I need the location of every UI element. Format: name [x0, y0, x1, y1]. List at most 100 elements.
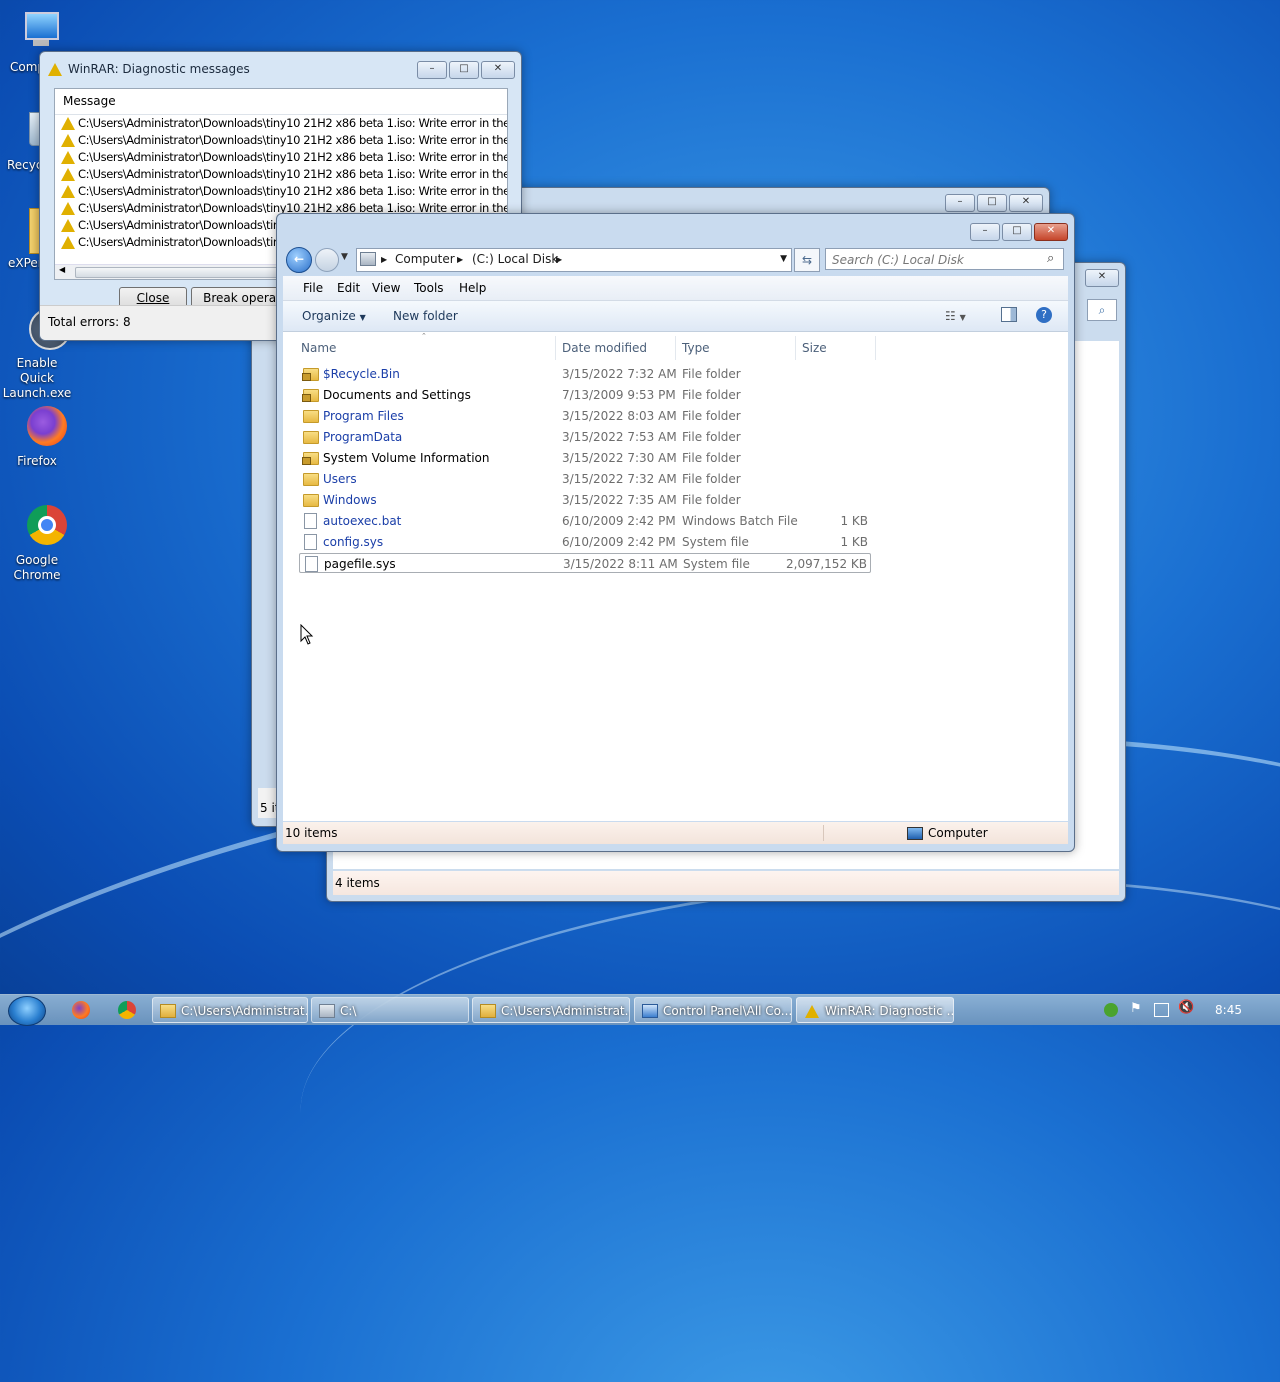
control-panel-icon	[642, 1004, 658, 1018]
status-item-count: 10 items	[285, 826, 338, 840]
menu-file[interactable]: File	[303, 281, 323, 295]
file-type: File folder	[682, 409, 741, 423]
file-icon	[305, 556, 318, 572]
network-icon[interactable]	[1154, 1003, 1169, 1017]
close-button[interactable]: ✕	[1085, 269, 1119, 287]
desktop-icon-firefox[interactable]: Firefox	[0, 404, 74, 469]
lock-icon	[302, 394, 311, 402]
new-folder-button[interactable]: New folder	[393, 309, 458, 323]
file-row[interactable]: Documents and Settings 7/13/2009 9:53 PM F…	[299, 385, 871, 405]
close-button[interactable]: ✕	[481, 61, 515, 79]
message-row[interactable]: C:\Users\Administrator\Downloads\tiny10 …	[55, 166, 507, 183]
menu-view[interactable]: View	[372, 281, 400, 295]
folder-icon	[303, 431, 319, 444]
back-button[interactable]: ←	[286, 247, 312, 273]
close-button[interactable]: ✕	[1034, 223, 1068, 241]
taskbar-button-control-panel[interactable]: Control Panel\All Co...	[634, 997, 792, 1023]
menu-help[interactable]: Help	[459, 281, 486, 295]
file-row[interactable]: Windows 3/15/2022 7:35 AM File folder	[299, 490, 871, 510]
file-date: 7/13/2009 9:53 PM	[562, 388, 676, 402]
search-icon: ⌕	[1047, 251, 1055, 266]
file-date: 3/15/2022 8:03 AM	[562, 409, 677, 423]
recent-pages-dropdown[interactable]: ▼	[341, 252, 348, 262]
taskbar-button-explorer-3[interactable]: C:\Users\Administrat...	[472, 997, 630, 1023]
message-row[interactable]: C:\Users\Administrator\Downloads\tiny10 …	[55, 132, 507, 149]
file-row[interactable]: $Recycle.Bin 3/15/2022 7:32 AM File folder	[299, 364, 871, 384]
column-header-size[interactable]: Size	[796, 336, 876, 360]
firefox-taskbar-icon[interactable]	[72, 1001, 90, 1019]
file-row[interactable]: pagefile.sys 3/15/2022 8:11 AM System file…	[299, 553, 871, 573]
file-date: 6/10/2009 2:42 PM	[562, 535, 676, 549]
file-icon	[304, 513, 317, 529]
breadcrumb-computer[interactable]: Computer	[395, 252, 455, 266]
menu-tools[interactable]: Tools	[414, 281, 444, 295]
search-input[interactable]: Search (C:) Local Disk	[825, 248, 1064, 270]
file-date: 3/15/2022 7:32 AM	[562, 472, 677, 486]
maximize-button[interactable]: □	[1002, 223, 1032, 241]
desktop-icon-label: Firefox	[17, 454, 57, 468]
message-row[interactable]: C:\Users\Administrator\Downloads\tiny10 …	[55, 183, 507, 200]
file-row[interactable]: autoexec.bat 6/10/2009 2:42 PM Windows Bat…	[299, 511, 871, 531]
scroll-left-icon[interactable]: ◀	[59, 265, 65, 274]
maximize-button[interactable]: □	[977, 194, 1007, 212]
organize-button[interactable]: Organize ▼	[302, 309, 366, 323]
warning-icon	[61, 168, 75, 181]
system-tray: ⚑ 🔇 8:45	[1090, 995, 1280, 1025]
file-date: 3/15/2022 7:30 AM	[562, 451, 677, 465]
file-type: File folder	[682, 472, 741, 486]
start-button[interactable]	[8, 996, 46, 1026]
warning-icon	[61, 134, 75, 147]
breadcrumb-local-disk[interactable]: (C:) Local Disk	[472, 252, 558, 266]
menu-edit[interactable]: Edit	[337, 281, 360, 295]
chrome-taskbar-icon[interactable]	[118, 1001, 136, 1019]
file-row[interactable]: System Volume Information 3/15/2022 7:30 …	[299, 448, 871, 468]
desktop-icon-google-chrome[interactable]: Google Chrome	[0, 503, 74, 583]
close-button[interactable]: ✕	[1009, 194, 1043, 212]
volume-muted-icon[interactable]: 🔇	[1178, 1000, 1194, 1015]
warning-icon	[61, 117, 75, 130]
message-row[interactable]: C:\Users\Administrator\Downloads\tiny10 …	[55, 115, 507, 132]
maximize-button[interactable]: □	[449, 61, 479, 79]
taskbar: C:\Users\Administrat... C:\ C:\Users\Adm…	[0, 994, 1280, 1026]
address-bar[interactable]: ▶ Computer ▶ (C:) Local Disk ▶ ▼	[356, 248, 792, 272]
drive-icon	[319, 1004, 335, 1018]
message-row[interactable]: C:\Users\Administrator\Downloads\tiny10 …	[55, 149, 507, 166]
column-header-type[interactable]: Type	[676, 336, 796, 360]
file-row[interactable]: config.sys 6/10/2009 2:42 PM System file 1 …	[299, 532, 871, 552]
search-icon[interactable]: ⌕	[1087, 299, 1117, 321]
lock-icon	[302, 373, 311, 381]
title-bar[interactable]: WinRAR: Diagnostic messages – □ ✕	[40, 52, 521, 80]
minimize-button[interactable]: –	[945, 194, 975, 212]
column-header-message[interactable]: Message	[55, 89, 507, 115]
file-name: config.sys	[323, 535, 384, 549]
file-list[interactable]: Name ⌃ Date modified Type Size $Recycle.…	[283, 332, 1068, 821]
taskbar-button-winrar[interactable]: WinRAR: Diagnostic ...	[796, 997, 954, 1023]
security-icon[interactable]	[1104, 1003, 1118, 1017]
address-dropdown[interactable]: ▼	[780, 254, 787, 264]
window-controls: ✕	[1085, 269, 1119, 287]
taskbar-button-explorer-1[interactable]: C:\Users\Administrat...	[152, 997, 308, 1023]
status-location: Computer	[928, 826, 988, 840]
mouse-cursor-icon	[300, 624, 314, 645]
taskbar-button-explorer-2[interactable]: C:\	[311, 997, 469, 1023]
help-icon[interactable]: ?	[1036, 307, 1052, 323]
folder-icon	[303, 473, 319, 486]
file-row[interactable]: Program Files 3/15/2022 8:03 AM File folde…	[299, 406, 871, 426]
column-header-date[interactable]: Date modified	[556, 336, 676, 360]
file-row[interactable]: Users 3/15/2022 7:32 AM File folder	[299, 469, 871, 489]
preview-pane-icon[interactable]	[1001, 307, 1017, 322]
file-size: 2,097,152 KB	[786, 557, 867, 571]
minimize-button[interactable]: –	[970, 223, 1000, 241]
minimize-button[interactable]: –	[417, 61, 447, 79]
action-center-flag-icon[interactable]: ⚑	[1130, 1001, 1142, 1016]
clock[interactable]: 8:45	[1215, 1003, 1242, 1017]
file-size: 1 KB	[840, 514, 868, 528]
explorer-window[interactable]: – □ ✕ ← ▼ ▶ Computer ▶ (C:) Local Disk ▶…	[276, 213, 1075, 852]
file-row[interactable]: ProgramData 3/15/2022 7:53 AM File folder	[299, 427, 871, 447]
file-type: File folder	[682, 388, 741, 402]
refresh-button[interactable]: ⇆	[794, 248, 820, 272]
file-name: System Volume Information	[323, 451, 490, 465]
view-options-icon[interactable]: ☷ ▼	[945, 309, 966, 323]
forward-button[interactable]	[315, 248, 339, 272]
file-name: $Recycle.Bin	[323, 367, 400, 381]
